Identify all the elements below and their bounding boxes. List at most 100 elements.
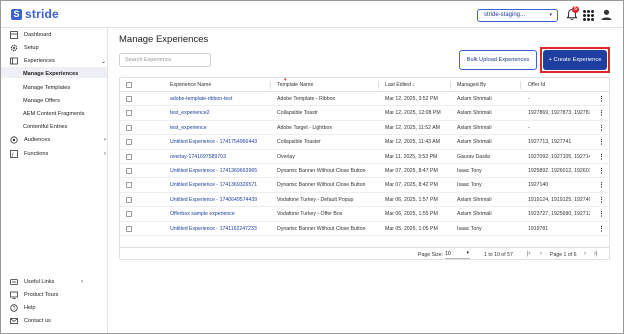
- chevron-down-icon: ⌄: [100, 58, 106, 65]
- table-row[interactable]: adobe-template-ribbon-test Adobe Template…: [120, 92, 609, 107]
- row-actions-icon[interactable]: ⋮: [598, 210, 605, 218]
- page-size-select[interactable]: 10 ▾: [445, 250, 470, 259]
- row-actions-icon[interactable]: ⋮: [598, 181, 605, 189]
- first-page-icon[interactable]: |‹: [527, 251, 531, 257]
- sidebar-item-product-tours[interactable]: Product Tours: [10, 290, 58, 300]
- cell-last-edited: Mar 06, 2025, 1:57 PM: [385, 196, 438, 203]
- cell-managed-by: Isaac Tony: [457, 168, 482, 174]
- cell-managed-by: Aslam Shrimali: [457, 124, 492, 131]
- cell-experience-name[interactable]: adobe-template-ribbon-test: [170, 96, 268, 102]
- sidebar-item-label: Audiences: [24, 137, 51, 143]
- user-avatar-icon[interactable]: [600, 8, 613, 21]
- mail-icon: [10, 318, 18, 324]
- row-checkbox[interactable]: [126, 139, 132, 146]
- table-row[interactable]: test_experience2 Collapsible Toastr Mar 12…: [120, 106, 609, 121]
- cell-offer-id: -: [528, 124, 530, 131]
- sidebar-subitem-contentful-entries[interactable]: Contentful Entries: [23, 122, 67, 132]
- environment-label: stride-staging...: [484, 12, 526, 18]
- cell-template-name: Vodafone Turkey - Offer Box: [277, 211, 343, 218]
- column-header-last-edited[interactable]: Last Edited ↓: [385, 82, 415, 88]
- table-row[interactable]: Untitled Experience - 1741162247233 Dynam…: [120, 222, 609, 236]
- sidebar-item-experiences[interactable]: Experiences ⌄: [10, 56, 106, 66]
- cell-experience-name[interactable]: Untitled Experience - 1741369326571: [170, 182, 268, 188]
- brand-logo[interactable]: S stride: [11, 7, 59, 21]
- table-row[interactable]: Untitled Experience - 1741369663965 Dynam…: [120, 164, 609, 179]
- sidebar-subitem-manage-templates[interactable]: Manage Templates: [23, 83, 70, 93]
- sidebar-item-label: Experiences: [24, 58, 55, 64]
- environment-select[interactable]: stride-staging... ▾: [477, 9, 558, 22]
- table-row[interactable]: Offerbox sample experience Vodafone Turke…: [120, 207, 609, 222]
- cell-experience-name[interactable]: test_experience: [170, 125, 268, 131]
- row-checkbox[interactable]: [126, 168, 132, 174]
- sidebar-subitem-manage-experiences[interactable]: Manage Experiences: [23, 69, 78, 79]
- sidebar-subitem-manage-offers[interactable]: Manage Offers: [23, 96, 60, 106]
- row-actions-icon[interactable]: ⋮: [598, 138, 605, 146]
- cell-experience-name[interactable]: Untitled Experience - 1741369663965: [170, 168, 268, 174]
- sidebar-item-label: Functions: [24, 151, 49, 157]
- table-row[interactable]: Untitled Experience - 1740649574439 Vodaf…: [120, 193, 609, 208]
- column-separator: [450, 81, 451, 89]
- column-header-managed-by[interactable]: Managed By: [457, 82, 486, 88]
- cell-managed-by: Aslam Shrimali: [457, 96, 492, 102]
- row-actions-icon[interactable]: ⋮: [598, 225, 605, 233]
- create-experience-button[interactable]: + Create Experience: [543, 50, 607, 70]
- sidebar-item-functions[interactable]: f Functions ›: [10, 149, 106, 159]
- sidebar-item-label: Setup: [24, 45, 39, 51]
- sidebar-item-useful-links[interactable]: Useful Links ›: [10, 277, 83, 287]
- row-checkbox[interactable]: [126, 153, 132, 160]
- row-checkbox[interactable]: [126, 182, 132, 189]
- function-icon: f: [10, 150, 18, 158]
- sidebar-item-setup[interactable]: Setup: [10, 43, 39, 53]
- sidebar-item-audiences[interactable]: Audiences ›: [10, 135, 106, 145]
- experiences-table: Experience Name ▾ Template Name Last Edi…: [119, 77, 610, 260]
- cell-experience-name[interactable]: Untitled Experience - 1741754966443: [170, 139, 268, 145]
- row-checkbox[interactable]: [126, 225, 132, 232]
- sidebar-item-help[interactable]: ? Help: [10, 303, 36, 313]
- row-actions-icon[interactable]: ⋮: [598, 109, 605, 117]
- search-input[interactable]: Search Experience: [119, 53, 211, 67]
- row-checkbox[interactable]: [126, 211, 132, 218]
- select-all-checkbox[interactable]: [126, 82, 132, 88]
- cell-last-edited: Mar 12, 2025, 3:52 PM: [385, 96, 438, 102]
- cell-experience-name[interactable]: overlay-1741697589703: [170, 154, 268, 160]
- cell-experience-name[interactable]: test_experience2: [170, 110, 268, 116]
- chevron-right-icon: ›: [104, 151, 106, 157]
- cell-last-edited: Mar 06, 2025, 1:55 PM: [385, 211, 438, 218]
- cell-experience-name[interactable]: Untitled Experience - 1740649574439: [170, 197, 268, 203]
- column-header-experience-name[interactable]: Experience Name: [170, 82, 211, 88]
- cell-offer-id: 1925892, 1926012, 1926013: [528, 168, 590, 174]
- column-header-template-name[interactable]: Template Name: [277, 82, 313, 88]
- column-label: Last Edited: [385, 82, 411, 88]
- audience-icon: [10, 136, 18, 144]
- table-row[interactable]: overlay-1741697589703 Overlay Mar 11, 2025…: [120, 150, 609, 164]
- row-actions-icon[interactable]: ⋮: [598, 196, 605, 204]
- cell-managed-by: Aslam Shrimali: [457, 211, 492, 218]
- table-row[interactable]: Untitled Experience - 1741369326571 Dynam…: [120, 178, 609, 193]
- row-actions-icon[interactable]: ⋮: [598, 124, 605, 132]
- cell-template-name: Dynamic Banner Without Close Button: [277, 182, 366, 189]
- last-page-icon[interactable]: ›|: [594, 251, 598, 257]
- cell-offer-id: -: [528, 96, 530, 102]
- row-checkbox[interactable]: [126, 196, 132, 203]
- column-header-offer-id[interactable]: Offer Id: [528, 82, 545, 88]
- cell-experience-name[interactable]: Untitled Experience - 1741162247233: [170, 226, 268, 232]
- row-actions-icon[interactable]: ⋮: [598, 95, 605, 103]
- cell-experience-name[interactable]: Offerbox sample experience: [170, 211, 268, 217]
- row-actions-icon[interactable]: ⋮: [598, 167, 605, 175]
- row-checkbox[interactable]: [126, 124, 132, 131]
- row-checkbox[interactable]: [126, 110, 132, 117]
- previous-page-icon[interactable]: ‹: [540, 251, 542, 257]
- column-separator: [520, 81, 521, 89]
- chevron-right-icon: ›: [81, 279, 83, 285]
- sidebar-item-contact-us[interactable]: Contact us: [10, 316, 51, 326]
- row-actions-icon[interactable]: ⋮: [598, 153, 605, 161]
- bulk-upload-button[interactable]: Bulk Upload Experiences: [459, 50, 537, 70]
- link-icon: [10, 279, 18, 285]
- row-checkbox[interactable]: [126, 96, 132, 102]
- sidebar-item-dashboard[interactable]: Dashboard: [10, 30, 51, 40]
- apps-grid-icon[interactable]: [583, 10, 594, 21]
- sidebar-subitem-aem-content-fragments[interactable]: AEM Content Fragments: [23, 109, 85, 119]
- next-page-icon[interactable]: ›: [584, 251, 586, 257]
- table-row[interactable]: test_experience Adobe Target - Lightbox Ma…: [120, 121, 609, 136]
- table-row[interactable]: Untitled Experience - 1741754966443 Colla…: [120, 135, 609, 150]
